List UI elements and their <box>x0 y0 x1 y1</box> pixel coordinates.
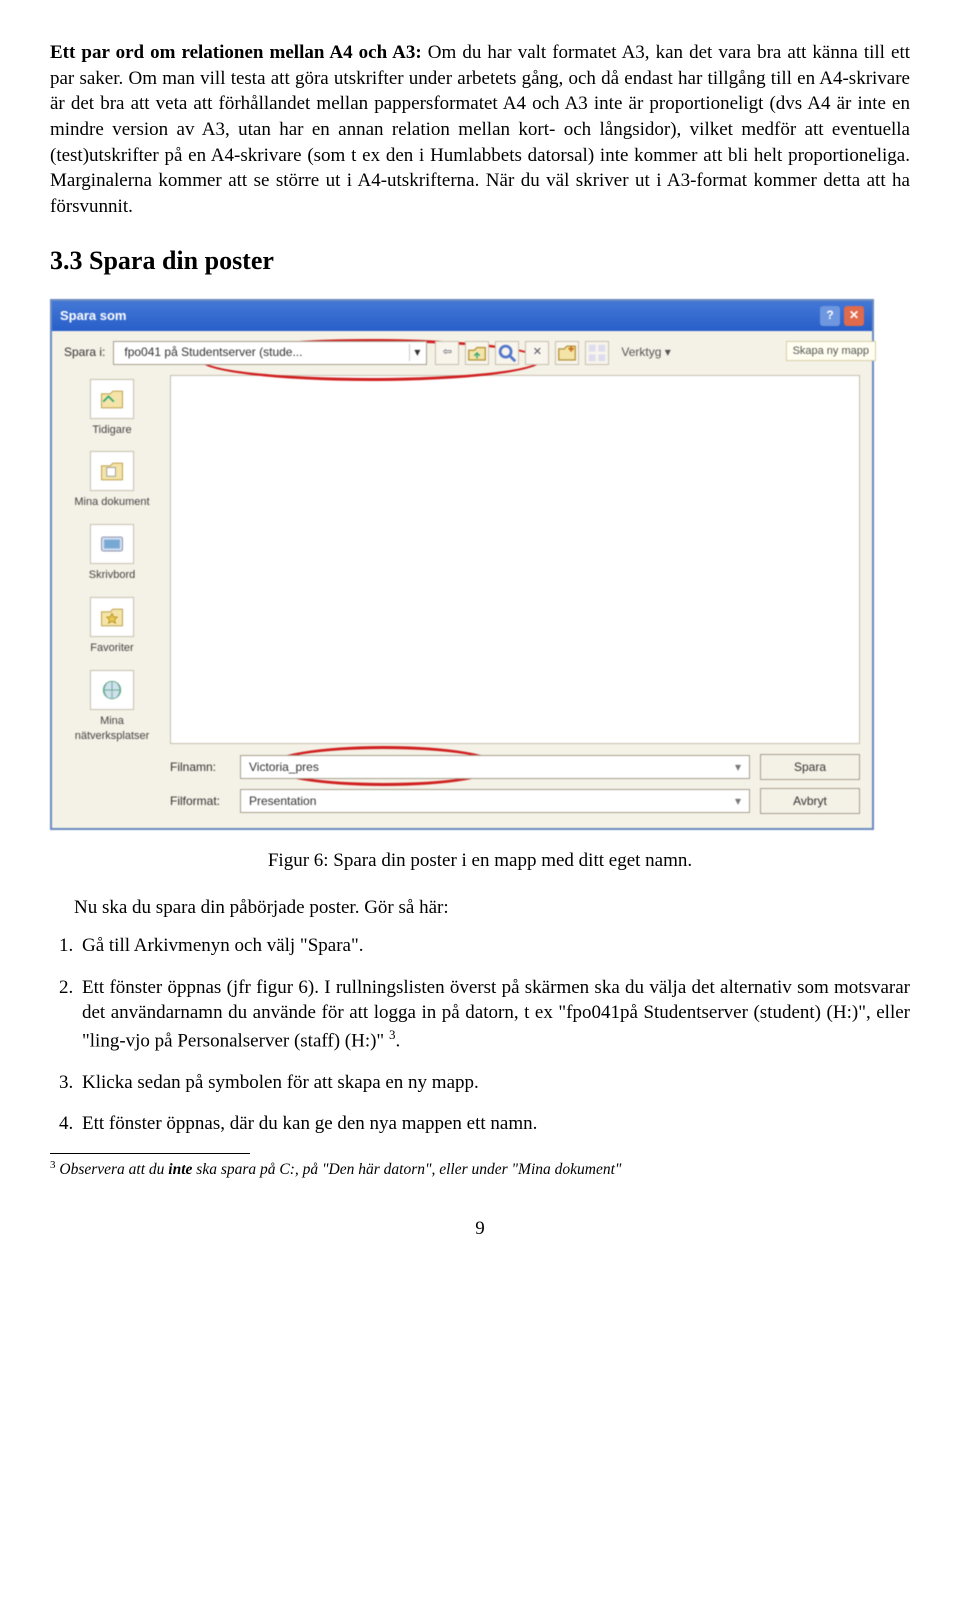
step-2: Ett fönster öppnas (jfr figur 6). I rull… <box>78 975 910 1054</box>
help-button[interactable]: ? <box>820 306 840 326</box>
place-network[interactable]: Mina nätverksplatser <box>64 670 160 744</box>
save-in-value: fpo041 på Studentserver (stude... <box>124 344 302 360</box>
dialog-title: Spara som <box>60 307 126 325</box>
filename-input[interactable]: Victoria_pres ▾ <box>240 755 750 779</box>
step-4: Ett fönster öppnas, där du kan ge den ny… <box>78 1111 910 1137</box>
delete-button[interactable]: ✕ <box>525 341 549 365</box>
new-folder-tooltip: Skapa ny mapp <box>786 341 876 362</box>
places-bar: Tidigare Mina dokument Skrivbord Favorit… <box>64 375 160 744</box>
filename-label: Filnamn: <box>170 759 230 775</box>
chevron-down-icon: ▾ <box>735 759 741 775</box>
save-in-label: Spara i: <box>64 344 105 360</box>
file-list-area[interactable] <box>170 375 860 744</box>
steps-intro: Nu ska du spara din påbörjade poster. Gö… <box>74 895 910 921</box>
paragraph-a4a3: Ett par ord om relationen mellan A4 och … <box>50 40 910 219</box>
views-button[interactable] <box>585 341 609 365</box>
step-1: Gå till Arkivmenyn och välj "Spara". <box>78 933 910 959</box>
para1-bold: Ett par ord om relationen mellan A4 och … <box>50 42 422 63</box>
close-button[interactable]: ✕ <box>844 306 864 326</box>
tools-dropdown[interactable]: Verktyg ▾ <box>621 344 670 360</box>
place-desktop[interactable]: Skrivbord <box>64 524 160 583</box>
figure-6: Spara som ? ✕ Spara i: fpo041 på Student… <box>50 299 910 830</box>
steps-list: Gå till Arkivmenyn och välj "Spara". Ett… <box>50 933 910 1137</box>
cancel-button[interactable]: Avbryt <box>760 788 860 814</box>
fileformat-label: Filformat: <box>170 793 230 809</box>
place-my-documents[interactable]: Mina dokument <box>64 451 160 510</box>
save-in-combo[interactable]: fpo041 på Studentserver (stude... ▾ <box>113 341 427 365</box>
footnote-3: 3 Observera att du inte ska spara på C:,… <box>50 1158 910 1180</box>
step-3: Klicka sedan på symbolen för att skapa e… <box>78 1070 910 1096</box>
footnote-rule <box>50 1153 250 1154</box>
search-button[interactable] <box>495 341 519 365</box>
save-button[interactable]: Spara <box>760 754 860 780</box>
figure-caption: Figur 6: Spara din poster i en mapp med … <box>50 848 910 874</box>
new-folder-button[interactable] <box>555 341 579 365</box>
up-button[interactable] <box>465 341 489 365</box>
fileformat-combo[interactable]: Presentation ▾ <box>240 789 750 813</box>
place-favorites[interactable]: Favoriter <box>64 597 160 656</box>
chevron-down-icon: ▾ <box>735 793 741 809</box>
chevron-down-icon: ▾ <box>409 344 420 360</box>
place-recent[interactable]: Tidigare <box>64 379 160 438</box>
section-heading: 3.3 Spara din poster <box>50 243 910 278</box>
page-number: 9 <box>50 1216 910 1242</box>
dialog-titlebar: Spara som ? ✕ <box>52 301 872 331</box>
back-button[interactable]: ⇦ <box>435 341 459 365</box>
save-as-dialog: Spara som ? ✕ Spara i: fpo041 på Student… <box>50 299 874 830</box>
para1-rest: Om du har valt formatet A3, kan det vara… <box>50 42 910 217</box>
